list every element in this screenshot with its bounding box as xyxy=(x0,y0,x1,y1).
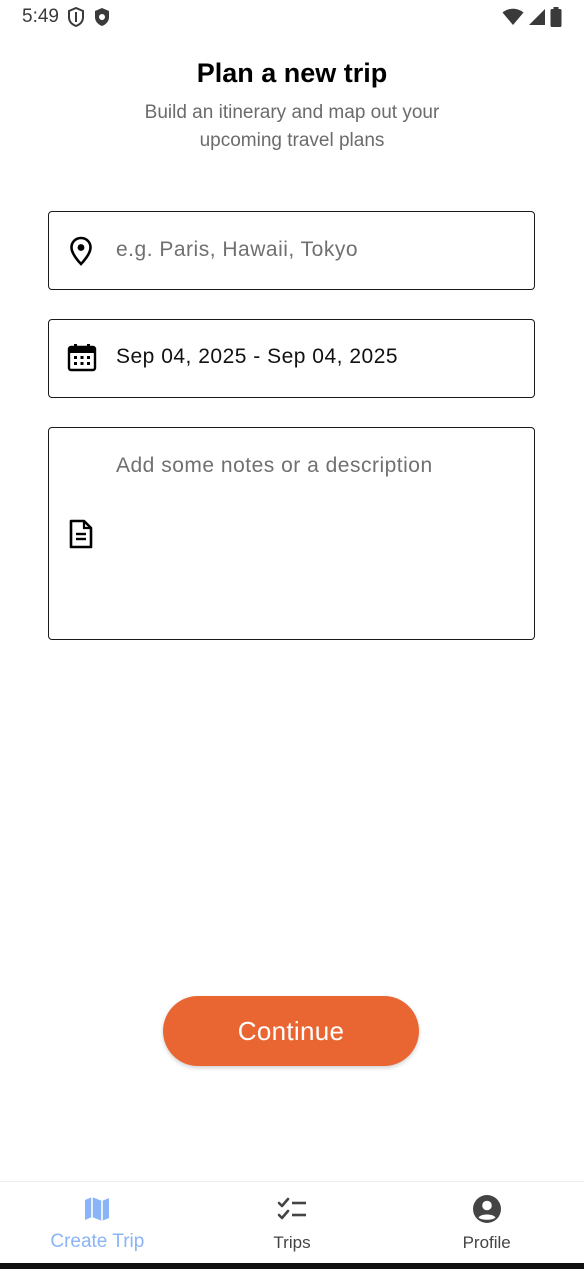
signal-icon xyxy=(528,8,546,26)
location-pin-icon xyxy=(67,236,95,271)
nav-label-trips: Trips xyxy=(273,1233,311,1252)
page-title: Plan a new trip xyxy=(196,58,388,88)
date-range-value[interactable]: Sep 04, 2025 - Sep 04, 2025 xyxy=(116,345,398,369)
bottom-nav: Create Trip Trips Profile xyxy=(0,1181,584,1263)
checklist-icon xyxy=(276,1194,308,1229)
nav-item-trips[interactable]: Trips xyxy=(195,1182,390,1263)
status-bar: 5:49 xyxy=(0,0,584,34)
shield-outline-icon xyxy=(67,7,85,27)
wifi-icon xyxy=(502,8,524,26)
document-icon xyxy=(67,519,95,554)
map-icon xyxy=(82,1194,112,1229)
location-field[interactable] xyxy=(48,211,535,290)
continue-button[interactable]: Continue xyxy=(163,996,419,1066)
notes-field[interactable] xyxy=(48,427,535,640)
notes-textarea[interactable] xyxy=(116,452,516,622)
screen: 5:49 Plan a new trip Build an itinerary … xyxy=(0,0,584,1269)
nav-item-profile[interactable]: Profile xyxy=(389,1182,584,1263)
date-range-field[interactable]: Sep 04, 2025 - Sep 04, 2025 xyxy=(48,319,535,398)
nav-label-create-trip: Create Trip xyxy=(50,1231,145,1252)
account-circle-icon xyxy=(472,1194,502,1229)
battery-icon xyxy=(550,7,562,27)
nav-label-profile: Profile xyxy=(462,1233,511,1252)
page-subtitle: Build an itinerary and map out your upco… xyxy=(144,102,440,151)
gesture-bar xyxy=(0,1263,584,1269)
shield-filled-icon xyxy=(93,7,111,27)
nav-item-create-trip[interactable]: Create Trip xyxy=(0,1182,195,1263)
status-right xyxy=(502,7,562,27)
status-left: 5:49 xyxy=(22,6,111,28)
status-time: 5:49 xyxy=(22,6,59,27)
calendar-icon xyxy=(67,344,97,377)
location-input[interactable] xyxy=(116,236,516,264)
